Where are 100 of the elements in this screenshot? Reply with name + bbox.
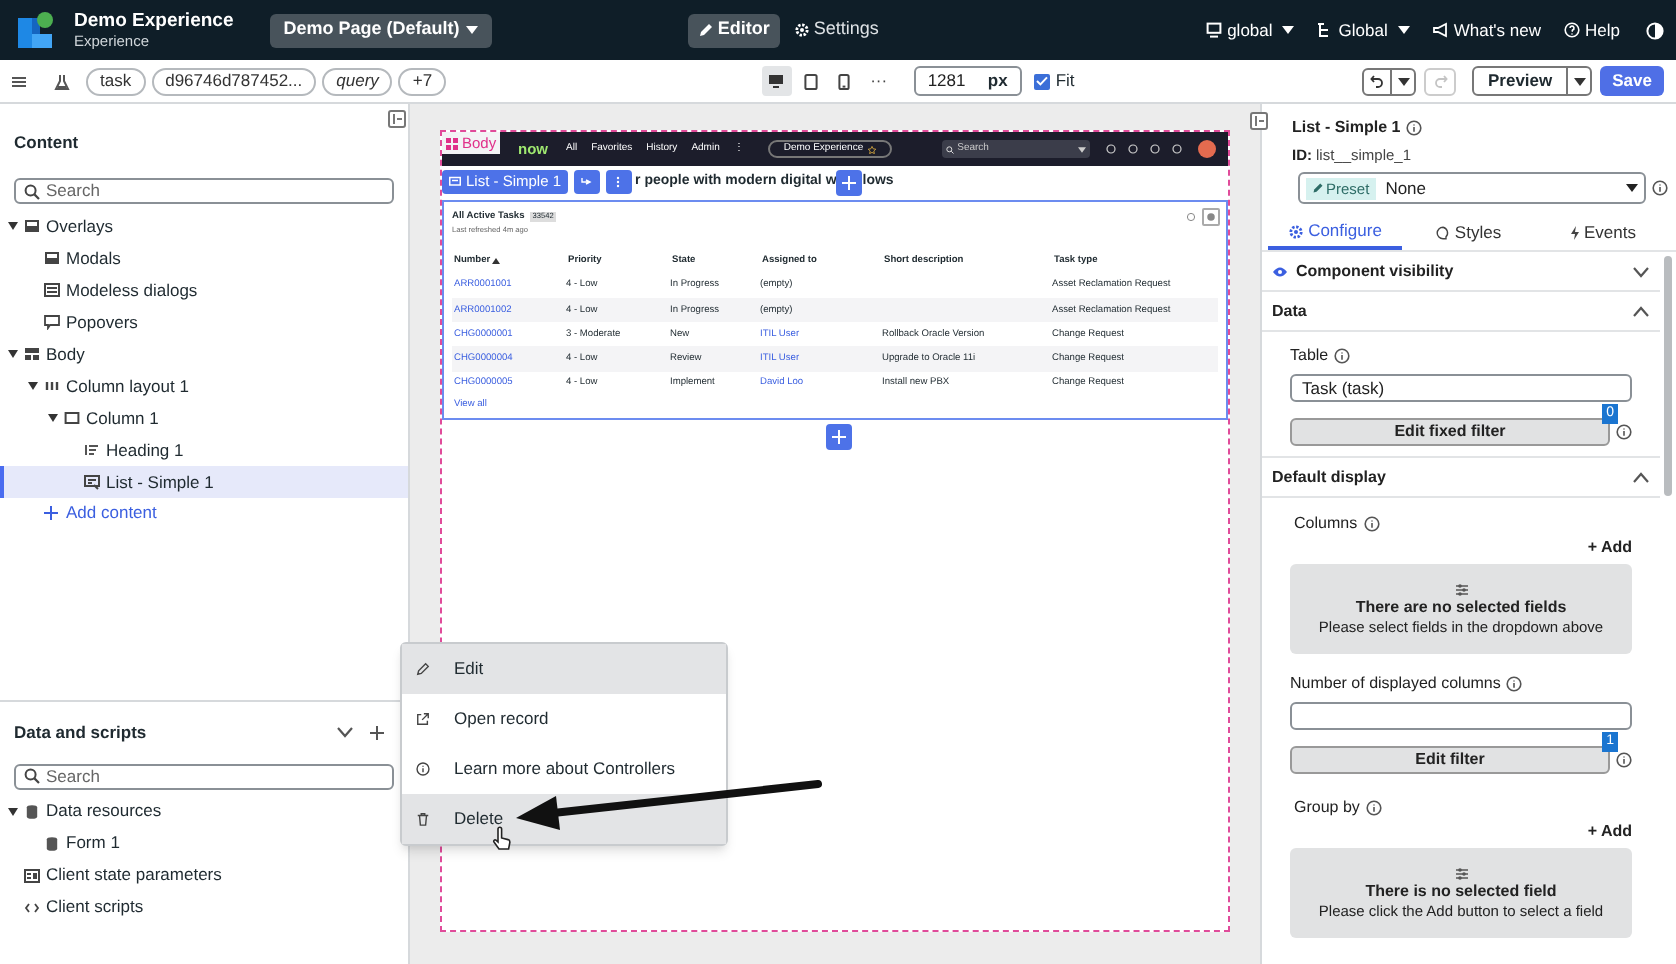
phone-icon xyxy=(838,73,851,89)
tree-item[interactable]: Client state parameters xyxy=(0,859,408,892)
device-button[interactable] xyxy=(761,66,792,96)
more-actions-button[interactable] xyxy=(605,170,632,194)
speech-bubble-icon xyxy=(44,314,60,330)
logo-icon xyxy=(16,10,56,50)
add-link[interactable]: + Add xyxy=(1587,536,1632,561)
expand-triangle-icon[interactable] xyxy=(48,414,58,422)
flask-icon xyxy=(54,73,70,89)
filter-button[interactable]: Edit fixed filter xyxy=(1290,418,1610,447)
chip[interactable]: task xyxy=(86,67,146,95)
header-menu[interactable]: Global xyxy=(1316,17,1410,43)
undo-icon xyxy=(1370,74,1384,88)
menu-item[interactable]: Learn more about Controllers xyxy=(402,744,726,794)
settings-button[interactable] xyxy=(1202,208,1220,226)
trash-icon xyxy=(416,812,430,826)
search-field[interactable]: Search xyxy=(14,178,394,204)
star-icon xyxy=(867,145,876,153)
unit-label: px xyxy=(987,68,1008,94)
save-button[interactable]: Save xyxy=(1600,66,1664,96)
caret-icon xyxy=(1573,77,1586,85)
tree-item[interactable]: List - Simple 1 xyxy=(0,466,408,498)
grid-icon xyxy=(446,137,458,149)
header-menu[interactable]: Help xyxy=(1563,17,1620,43)
chip[interactable]: d96746d787452... xyxy=(151,67,317,95)
tree-item[interactable]: Client scripts xyxy=(0,891,408,924)
mode-tab[interactable]: Editor xyxy=(687,13,780,47)
tree-item[interactable]: Column layout 1 xyxy=(0,370,408,402)
field-label: Table xyxy=(1290,344,1329,369)
menu-item[interactable]: Open record xyxy=(402,694,726,744)
tree-item[interactable]: Column 1 xyxy=(0,402,408,434)
header-menu[interactable]: global xyxy=(1205,17,1295,43)
caret-icon xyxy=(465,26,478,34)
section-header[interactable]: Data xyxy=(1262,292,1660,333)
header-menu[interactable]: What's new xyxy=(1431,17,1542,43)
pencil-icon xyxy=(1312,182,1324,195)
field-label: Columns xyxy=(1294,512,1358,537)
component-title: List - Simple 1 xyxy=(1292,116,1401,140)
section-header[interactable]: Component visibility xyxy=(1262,252,1660,293)
chip[interactable]: query xyxy=(322,67,393,95)
field-label: Group by xyxy=(1294,796,1360,821)
menu-item[interactable]: Edit xyxy=(402,644,726,694)
checkbox[interactable] xyxy=(1033,73,1050,89)
section-header[interactable]: Default display xyxy=(1262,458,1660,499)
monitor-icon xyxy=(1205,22,1222,38)
tree-item[interactable]: Modals xyxy=(0,242,408,274)
search-icon xyxy=(24,183,40,199)
chevron-down-icon xyxy=(1632,265,1650,278)
add-link[interactable]: + Add xyxy=(1587,820,1632,845)
panel-tab[interactable]: Events xyxy=(1536,216,1670,251)
tree-item[interactable]: Popovers xyxy=(0,306,408,338)
code-icon xyxy=(24,899,40,916)
tree-item[interactable]: Modeless dialogs xyxy=(0,274,408,306)
page-dropdown[interactable]: Demo Page (Default) xyxy=(269,13,492,47)
tree-item[interactable]: Data resources xyxy=(0,795,408,828)
layout-icon xyxy=(24,346,40,362)
bubble-icon xyxy=(1436,226,1451,241)
expand-triangle-icon[interactable] xyxy=(8,222,18,230)
panel-tab[interactable]: Styles xyxy=(1402,216,1536,251)
tree-item[interactable]: Heading 1 xyxy=(0,434,408,466)
panel-title: Content xyxy=(14,132,79,152)
expand-triangle-icon[interactable] xyxy=(8,807,18,816)
globe-icon xyxy=(1105,144,1116,154)
width-field[interactable]: 1281 px xyxy=(913,66,1022,96)
expand-triangle-icon[interactable] xyxy=(28,382,38,390)
plus-icon xyxy=(832,430,846,444)
columns-count-field[interactable] xyxy=(1290,702,1632,731)
info-icon xyxy=(1363,516,1380,533)
more-button[interactable]: ··· xyxy=(863,68,894,94)
swap-button[interactable] xyxy=(573,170,600,194)
chevron-up-icon xyxy=(1632,471,1650,484)
hierarchy-icon xyxy=(1316,22,1333,38)
add-button[interactable] xyxy=(826,424,852,450)
filter-button[interactable]: Edit filter xyxy=(1290,746,1610,775)
caret-icon xyxy=(1626,184,1638,193)
panel-tab[interactable]: Configure xyxy=(1268,216,1402,251)
tablet-icon xyxy=(803,73,818,89)
table-field[interactable]: Task (task) xyxy=(1290,374,1632,403)
mode-tab[interactable]: Settings xyxy=(783,13,889,47)
chip[interactable]: +7 xyxy=(398,67,447,95)
info-icon xyxy=(1365,800,1382,817)
add-content-link[interactable]: Add content xyxy=(44,500,157,526)
text-lines-icon xyxy=(84,442,100,458)
avatar[interactable] xyxy=(1197,140,1216,158)
pencil-icon xyxy=(416,662,430,676)
expand-triangle-icon[interactable] xyxy=(8,350,18,358)
empty-state-title: There is no selected field xyxy=(1365,881,1557,902)
add-button[interactable] xyxy=(836,169,863,195)
contrast-icon xyxy=(1646,21,1664,39)
plus-icon xyxy=(370,725,384,740)
tree-item[interactable]: Body xyxy=(0,338,408,370)
fields-icon xyxy=(1453,865,1469,882)
search-icon xyxy=(24,768,40,785)
tree-item[interactable]: Form 1 xyxy=(0,827,408,860)
chevron-up-icon xyxy=(1632,305,1650,318)
tree-item[interactable]: Overlays xyxy=(0,210,408,242)
scrollbar[interactable] xyxy=(1664,256,1672,497)
fit-checkbox[interactable]: Fit xyxy=(1033,68,1075,94)
search-field[interactable]: Search xyxy=(14,763,394,790)
panel-title: Data and scripts xyxy=(14,720,149,746)
